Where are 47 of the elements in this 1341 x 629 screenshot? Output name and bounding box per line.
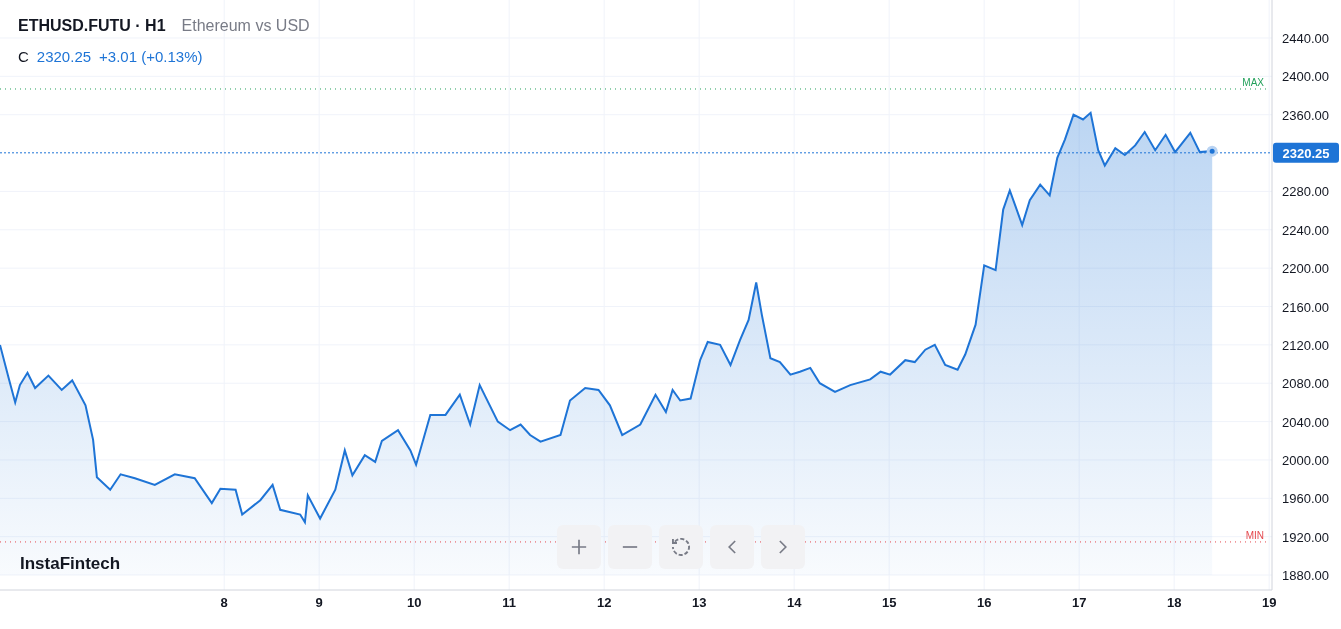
x-axis-label: 17 (1071, 595, 1087, 610)
scroll-left-button[interactable] (710, 525, 754, 569)
price-change: +3.01 (+0.13%) (99, 47, 203, 67)
zoom-in-button[interactable] (557, 525, 601, 569)
scroll-right-button[interactable] (761, 525, 805, 569)
x-axis-label: 11 (502, 595, 517, 610)
y-axis-label: 2160.00 (1282, 299, 1329, 315)
y-axis-label: 2240.00 (1282, 222, 1329, 238)
chevron-right-icon (779, 540, 787, 554)
y-axis-label: 1920.00 (1282, 529, 1329, 545)
y-axis-label: 2280.00 (1282, 184, 1329, 200)
x-axis-label: 13 (691, 595, 707, 610)
x-axis-label: 15 (881, 595, 897, 610)
x-axis-label: 18 (1166, 595, 1182, 610)
x-axis-label: 10 (406, 595, 422, 610)
chevron-left-icon (728, 540, 736, 554)
y-axis-label: 1880.00 (1282, 568, 1329, 584)
zoom-out-button[interactable] (608, 525, 652, 569)
y-axis-label: 2000.00 (1282, 452, 1329, 468)
close-label: C (18, 47, 29, 67)
x-axis-label: 16 (976, 595, 992, 610)
reset-icon (672, 538, 690, 556)
y-axis-label: 2080.00 (1282, 376, 1329, 392)
limit-label: MAX (1242, 77, 1264, 88)
chart-description: Ethereum vs USD (181, 16, 310, 36)
plus-icon (571, 539, 587, 555)
last-point-marker (1206, 145, 1218, 157)
x-axis-label: 14 (786, 595, 802, 610)
x-axis-label: 8 (220, 595, 228, 610)
x-axis-label: 12 (596, 595, 612, 610)
price-badge: 2320.25 (1273, 142, 1339, 163)
y-axis-label: 2400.00 (1282, 69, 1329, 85)
y-axis-label: 2440.00 (1282, 31, 1329, 46)
y-axis-label: 1960.00 (1282, 491, 1329, 507)
y-axis-label: 2360.00 (1282, 107, 1329, 123)
chart-title: ETHUSD.FUTU · H1 (18, 16, 166, 36)
minus-icon (622, 546, 638, 548)
ref-line-label: 2320.25 (1282, 145, 1330, 161)
y-axis-label: 2040.00 (1282, 414, 1329, 430)
limit-label: MIN (1245, 529, 1264, 541)
brand-name: InstaFintech (20, 553, 121, 575)
y-axis-label: 2200.00 (1282, 261, 1329, 277)
x-axis-label: 9 (315, 595, 323, 610)
close-price: 2320.25 (36, 47, 92, 67)
y-axis-label: 2120.00 (1282, 337, 1329, 353)
reset-button[interactable] (659, 525, 703, 569)
x-axis-label: 19 (1261, 595, 1277, 610)
